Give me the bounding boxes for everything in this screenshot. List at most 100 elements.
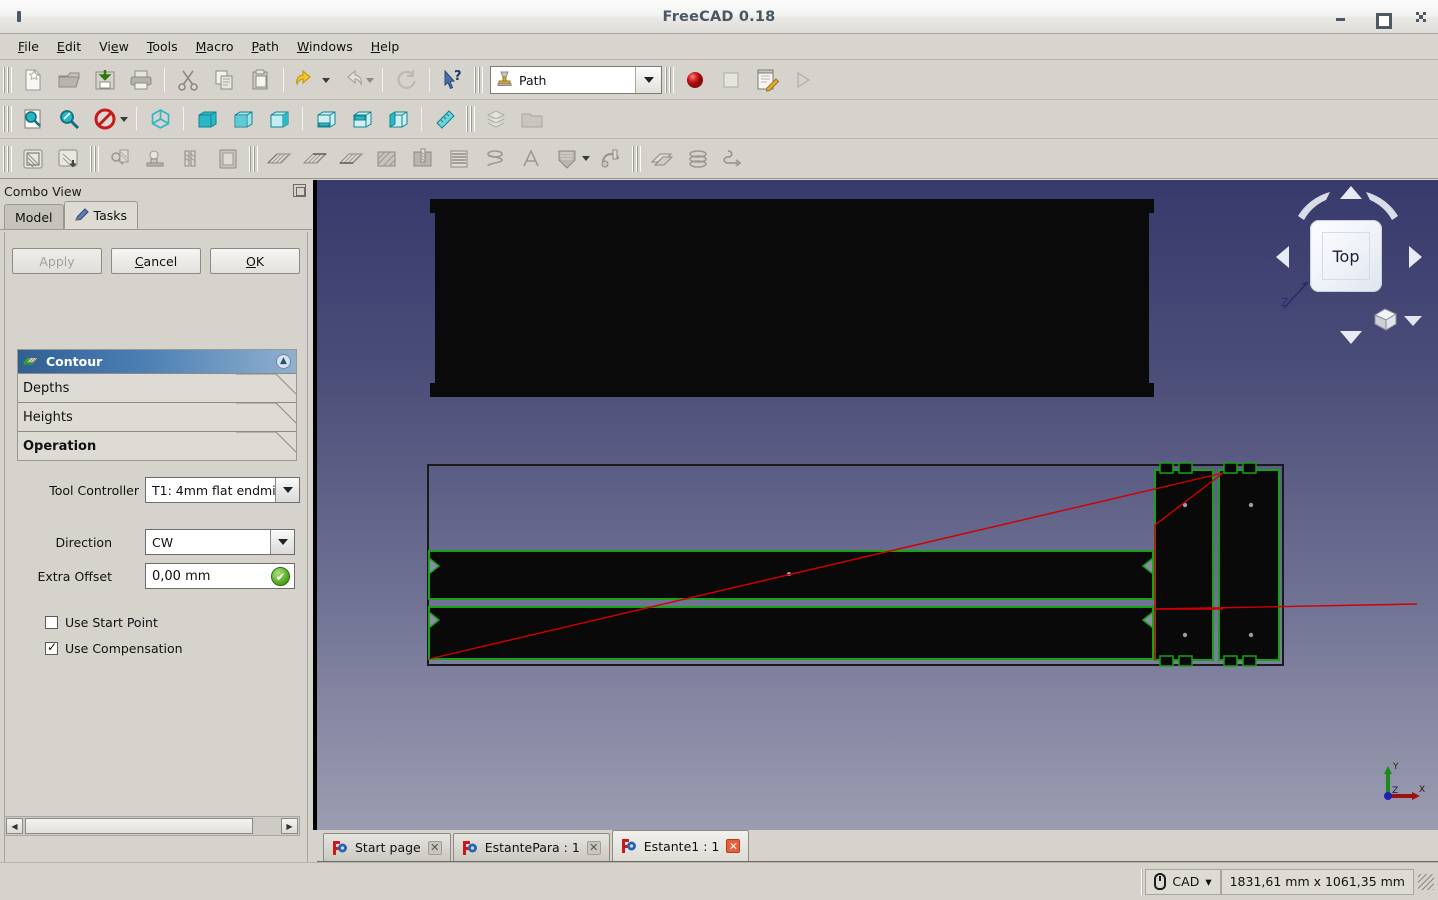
menu-view[interactable]: View — [91, 36, 137, 57]
view-toolbar-grip[interactable] — [3, 106, 12, 132]
isometric-view-icon[interactable] — [143, 103, 177, 135]
workbench-toolbar-grip[interactable] — [474, 67, 483, 93]
direction-chevron-down-icon[interactable] — [270, 530, 294, 554]
path-surface-icon[interactable] — [442, 143, 476, 175]
doc-tab-start-page-close-icon[interactable]: ✕ — [427, 840, 442, 855]
menu-file[interactable]: File — [10, 36, 47, 57]
right-view-icon[interactable] — [262, 103, 296, 135]
resize-grip-icon[interactable] — [1418, 873, 1434, 890]
macro-stop-icon[interactable] — [714, 64, 748, 96]
measure-icon[interactable] — [428, 103, 462, 135]
path-toolbar-grip-b[interactable] — [90, 145, 99, 172]
path-inspect-icon[interactable] — [103, 143, 137, 175]
fit-selection-icon[interactable] — [52, 103, 86, 135]
minimize-button[interactable] — [1334, 10, 1348, 24]
path-toolbar-grip-a[interactable] — [3, 145, 12, 172]
task-panel-hscrollbar[interactable]: ◀ ▶ — [4, 816, 300, 836]
path-pocket-shape-icon[interactable] — [370, 143, 404, 175]
3d-viewport[interactable]: Top Z Y X Z — [317, 180, 1438, 830]
path-toolbar-grip-d[interactable] — [632, 145, 641, 172]
macros-icon[interactable] — [750, 64, 784, 96]
draw-style-icon[interactable] — [88, 103, 122, 135]
path-contour-icon[interactable] — [334, 143, 368, 175]
structure-toolbar-grip[interactable] — [466, 106, 475, 132]
path-toolbar-grip-c[interactable] — [249, 145, 258, 172]
contour-group-header[interactable]: Contour ▲ — [18, 350, 296, 373]
top-view-icon[interactable] — [226, 103, 260, 135]
path-post-process-icon[interactable] — [52, 143, 86, 175]
scrollbar-track[interactable] — [254, 818, 280, 834]
menu-macro[interactable]: Macro — [188, 36, 242, 57]
macro-execute-icon[interactable] — [786, 64, 820, 96]
path-engrave-icon[interactable] — [514, 143, 548, 175]
macro-toolbar-grip[interactable] — [665, 67, 674, 93]
folder-icon[interactable] — [515, 103, 549, 135]
open-document-icon[interactable] — [52, 64, 86, 96]
path-simulator-icon[interactable] — [139, 143, 173, 175]
maximize-button[interactable] — [1374, 10, 1392, 29]
redo-icon[interactable] — [334, 64, 368, 96]
doc-tab-estante1[interactable]: Estante1 : 1 ✕ — [611, 830, 750, 861]
section-heights[interactable]: Heights — [18, 402, 296, 431]
left-view-icon[interactable] — [381, 103, 415, 135]
macro-record-icon[interactable] — [678, 64, 712, 96]
cancel-button[interactable]: Cancel — [111, 248, 201, 274]
workbench-group-icon[interactable] — [479, 103, 513, 135]
doc-tab-estante1-close-icon[interactable]: ✕ — [726, 839, 741, 853]
path-drilling-icon[interactable] — [406, 143, 440, 175]
tab-tasks[interactable]: Tasks — [63, 201, 139, 229]
undo-icon[interactable] — [290, 64, 324, 96]
toolbar-grip[interactable] — [3, 67, 12, 93]
navigation-style-selector[interactable]: CAD ▾ — [1145, 868, 1221, 895]
float-panel-icon[interactable] — [293, 184, 306, 197]
doc-tab-estantepara-close-icon[interactable]: ✕ — [586, 840, 601, 855]
navcube-face-top[interactable]: Top — [1310, 220, 1382, 292]
navigation-cube[interactable]: Top Z — [1268, 180, 1428, 348]
path-helix-icon[interactable] — [478, 143, 512, 175]
scroll-right-arrow-icon[interactable]: ▶ — [281, 818, 298, 834]
path-profile-edges-icon[interactable] — [298, 143, 332, 175]
menu-edit[interactable]: Edit — [49, 36, 89, 57]
path-deburr-icon[interactable] — [550, 143, 584, 175]
use-start-point-checkbox[interactable] — [45, 615, 58, 629]
new-document-icon[interactable] — [16, 64, 50, 96]
path-array-icon[interactable] — [645, 143, 679, 175]
paste-icon[interactable] — [243, 64, 277, 96]
direction-select[interactable]: CW — [145, 529, 295, 555]
menu-tools[interactable]: Tools — [139, 36, 186, 57]
navcube-up-arrow-icon[interactable] — [1340, 186, 1362, 199]
path-job-icon[interactable] — [16, 143, 50, 175]
rear-view-icon[interactable] — [309, 103, 343, 135]
whats-this-icon[interactable]: ? — [436, 64, 470, 96]
path-toolbit-library-icon[interactable] — [175, 143, 209, 175]
use-compensation-checkbox[interactable] — [45, 640, 58, 655]
tool-controller-select[interactable]: T1: 4mm flat endmill — [145, 477, 300, 503]
path-profile-face-icon[interactable] — [262, 143, 296, 175]
extra-offset-input[interactable]: 0,00 mm ✔ — [145, 563, 295, 589]
print-icon[interactable] — [124, 64, 158, 96]
ok-button[interactable]: OK — [210, 248, 300, 274]
fit-all-icon[interactable] — [16, 103, 50, 135]
doc-tab-start-page[interactable]: Start page ✕ — [323, 833, 451, 861]
bottom-view-icon[interactable] — [345, 103, 379, 135]
view-cube-icon[interactable] — [1372, 306, 1400, 332]
menu-windows[interactable]: Windows — [289, 36, 361, 57]
copy-icon[interactable] — [207, 64, 241, 96]
section-operation[interactable]: Operation — [18, 431, 296, 460]
navcube-left-arrow-icon[interactable] — [1276, 246, 1289, 268]
workbench-selector[interactable]: Path — [490, 66, 662, 94]
tool-controller-chevron-down-icon[interactable] — [275, 478, 299, 502]
section-depths[interactable]: Depths — [18, 373, 296, 402]
path-dressup-icon[interactable] — [717, 143, 751, 175]
front-view-icon[interactable] — [190, 103, 224, 135]
chevron-up-icon[interactable]: ▲ — [276, 354, 291, 369]
save-document-icon[interactable] — [88, 64, 122, 96]
navcube-chevron-down-icon[interactable] — [1404, 316, 1422, 326]
refresh-icon[interactable] — [389, 64, 423, 96]
navcube-right-arrow-icon[interactable] — [1409, 246, 1422, 268]
cut-icon[interactable] — [171, 64, 205, 96]
tab-model[interactable]: Model — [4, 204, 64, 229]
navigation-style-caret-icon[interactable]: ▾ — [1205, 874, 1211, 889]
scroll-left-arrow-icon[interactable]: ◀ — [6, 818, 23, 834]
close-button[interactable] — [1414, 10, 1428, 24]
